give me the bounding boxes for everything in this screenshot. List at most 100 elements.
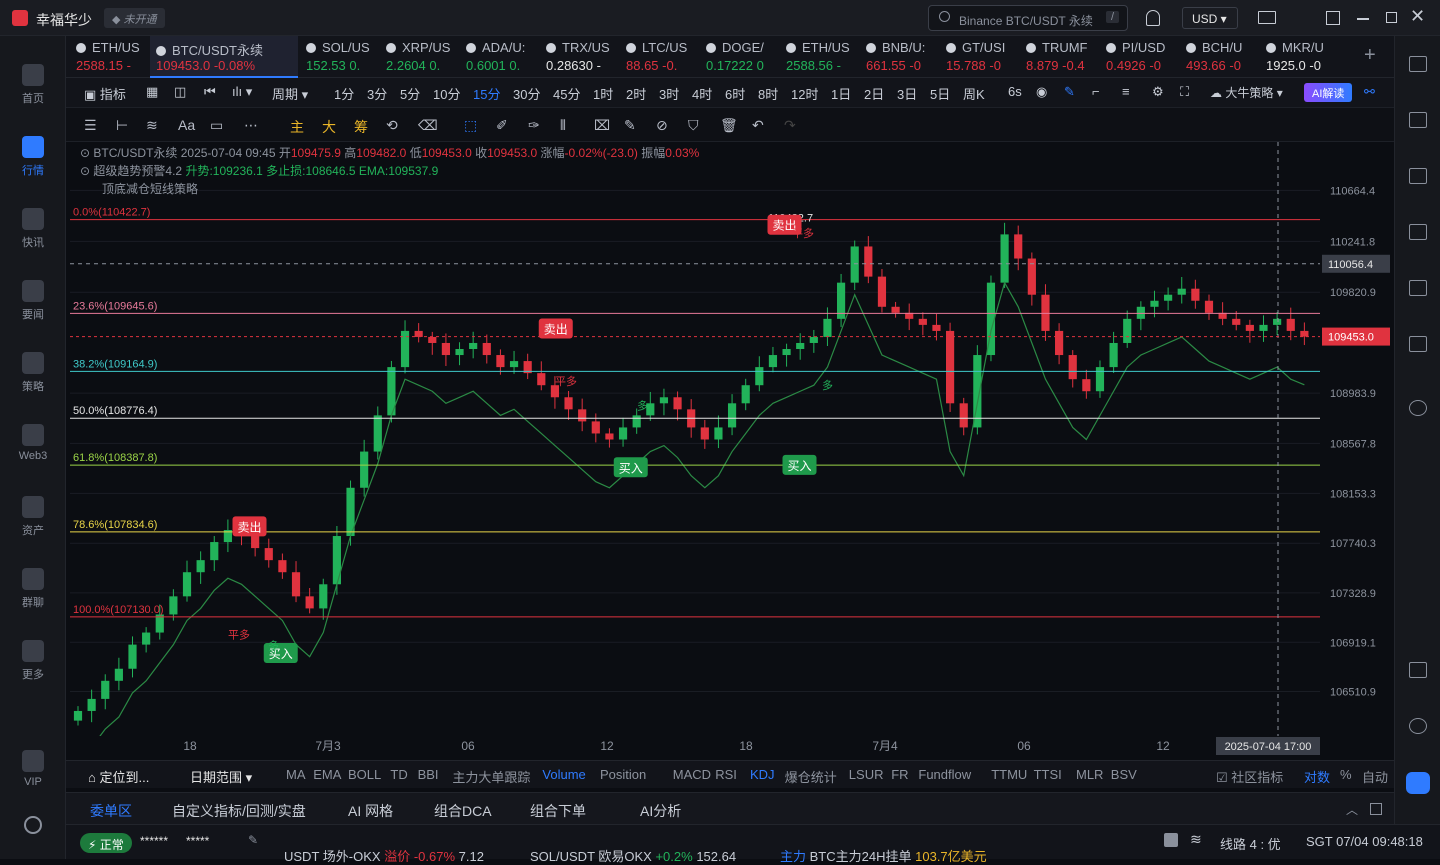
sidebar-item-7[interactable]: 群聊 bbox=[0, 560, 66, 620]
interval-18[interactable]: 周K bbox=[963, 84, 985, 103]
trend-icon[interactable] bbox=[1409, 224, 1427, 240]
magnet-icon[interactable]: ⟲ bbox=[386, 117, 398, 134]
mail-icon[interactable] bbox=[1258, 11, 1276, 24]
marker-icon[interactable]: ✑ bbox=[528, 117, 540, 134]
expand-icon[interactable] bbox=[1370, 803, 1382, 815]
indicator-18[interactable]: BSV bbox=[1111, 767, 1137, 782]
locate-button[interactable]: ⌂ 定位到... bbox=[88, 767, 149, 786]
tab-9[interactable]: BNB/U: 661.55 -0 bbox=[860, 36, 938, 78]
interval-14[interactable]: 1日 bbox=[831, 84, 851, 103]
bottom-tab-0[interactable]: 委单区 bbox=[90, 801, 132, 821]
sidebar-item-8[interactable]: 更多 bbox=[0, 632, 66, 692]
tab-7[interactable]: DOGE/0.17222 0 bbox=[700, 36, 778, 78]
interval-17[interactable]: 5日 bbox=[930, 84, 950, 103]
indicator-15[interactable]: TTMU bbox=[991, 767, 1027, 782]
sidebar-item-4[interactable]: 策略 bbox=[0, 344, 66, 404]
indicator-14[interactable]: Fundflow bbox=[918, 767, 971, 782]
collapse-icon[interactable]: ︿ bbox=[1346, 801, 1358, 818]
indicator-7[interactable]: Position bbox=[600, 767, 646, 782]
indicator-13[interactable]: FR bbox=[891, 767, 908, 782]
interval-7[interactable]: 1时 bbox=[593, 84, 613, 103]
share-icon[interactable]: ⚯ bbox=[1364, 84, 1375, 100]
fullscreen-icon[interactable]: ⛶ bbox=[1180, 84, 1189, 100]
rewind-icon[interactable]: ⏮ bbox=[204, 84, 216, 100]
search-input[interactable]: Binance BTC/USDT 永续 / bbox=[928, 5, 1128, 31]
tab-2[interactable]: SOL/US 152.53 0. bbox=[300, 36, 378, 78]
bottom-tab-4[interactable]: 组合下单 bbox=[530, 801, 586, 821]
interval-12[interactable]: 8时 bbox=[758, 84, 778, 103]
minimize-icon[interactable] bbox=[1357, 18, 1369, 20]
interval-9[interactable]: 3时 bbox=[659, 84, 679, 103]
sidebar-item-3[interactable]: 要闻 bbox=[0, 272, 66, 332]
monitor-icon[interactable] bbox=[1409, 280, 1427, 296]
network-line[interactable]: 线路 4 : 优 bbox=[1220, 834, 1281, 853]
help-icon[interactable] bbox=[1164, 833, 1178, 847]
tab-10[interactable]: GT/USI 15.788 -0 bbox=[940, 36, 1018, 78]
pen-icon[interactable]: ✎ bbox=[1064, 84, 1075, 100]
tab-4[interactable]: ADA/U: 0.6001 0. bbox=[460, 36, 538, 78]
edit-icon[interactable]: ✎ bbox=[248, 833, 258, 847]
split-icon[interactable]: ◫ bbox=[174, 84, 186, 100]
bottom-tab-5[interactable]: AI分析 bbox=[640, 801, 681, 821]
indicator-4[interactable]: BBI bbox=[418, 767, 439, 782]
interval-6[interactable]: 45分 bbox=[553, 84, 580, 103]
menu-icon[interactable]: ≡ bbox=[1122, 84, 1130, 99]
indicator-3[interactable]: TD bbox=[390, 767, 407, 782]
chart-svg[interactable]: 110664.4 110241.8 109820.9 108983.9 108567.8… bbox=[70, 142, 1393, 760]
bottom-tab-3[interactable]: 组合DCA bbox=[434, 801, 492, 821]
more-tools-icon[interactable]: ⋯ bbox=[244, 117, 258, 134]
brush-icon[interactable]: ✐ bbox=[496, 117, 508, 134]
indicator-6[interactable]: Volume bbox=[542, 767, 585, 782]
tab-13[interactable]: BCH/U 493.66 -0 bbox=[1180, 36, 1258, 78]
interval-4[interactable]: 15分 bbox=[473, 84, 500, 103]
sidebar-item-9[interactable]: VIP bbox=[0, 742, 66, 802]
hline-icon[interactable]: ⊢ bbox=[116, 117, 128, 134]
community-button[interactable]: ☑ 社区指标 bbox=[1216, 767, 1283, 786]
filter-icon[interactable]: ⛉ bbox=[688, 117, 699, 134]
bot-icon[interactable] bbox=[1406, 772, 1430, 794]
bottom-tab-2[interactable]: AI 网格 bbox=[348, 801, 393, 821]
strategy-button[interactable]: ☁ 大牛策略 ▾ bbox=[1210, 84, 1283, 101]
indicator-0[interactable]: MA bbox=[286, 767, 306, 782]
redo-icon[interactable]: ↷ bbox=[784, 117, 796, 134]
log-toggle[interactable]: 对数 bbox=[1304, 767, 1330, 786]
crop-icon[interactable]: ⌐ bbox=[1092, 84, 1100, 99]
percent-toggle[interactable]: % bbox=[1340, 767, 1352, 782]
interval-0[interactable]: 1分 bbox=[334, 84, 354, 103]
add-tab-icon[interactable]: + bbox=[1364, 44, 1376, 67]
candle-tool-icon[interactable]: ⫴ bbox=[560, 117, 566, 134]
interval-8[interactable]: 2时 bbox=[626, 84, 646, 103]
tab-3[interactable]: XRP/US 2.2604 0. bbox=[380, 36, 458, 78]
refresh-icon[interactable] bbox=[1409, 400, 1427, 416]
ai-button[interactable]: AI解读 bbox=[1304, 83, 1353, 102]
interval-3[interactable]: 10分 bbox=[433, 84, 460, 103]
interval-5[interactable]: 30分 bbox=[513, 84, 540, 103]
indicator-11[interactable]: 爆仓统计 bbox=[785, 767, 837, 786]
indicator-17[interactable]: MLR bbox=[1076, 767, 1103, 782]
undo-icon[interactable]: ↶ bbox=[752, 117, 764, 134]
indicator-button[interactable]: ▣ 指标 bbox=[84, 84, 126, 103]
card-icon[interactable] bbox=[1409, 336, 1427, 352]
legend-toggle-icon[interactable]: ⊙ bbox=[80, 146, 90, 160]
orderbook-icon[interactable] bbox=[1409, 112, 1427, 128]
indicator-12[interactable]: LSUR bbox=[849, 767, 884, 782]
refresh-interval[interactable]: 6s bbox=[1008, 84, 1022, 99]
period-select[interactable]: 周期 ▾ bbox=[272, 84, 308, 103]
tab-0[interactable]: ETH/US 2588.15 - bbox=[70, 36, 148, 78]
settings-icon[interactable] bbox=[24, 816, 42, 834]
interval-1[interactable]: 3分 bbox=[367, 84, 387, 103]
cursor-icon[interactable]: ⬚ bbox=[464, 117, 477, 134]
indicator-5[interactable]: 主力大单跟踪 bbox=[452, 767, 530, 786]
ticker-usdt[interactable]: USDT 场外-OKX 溢价 -0.67% 7.12 bbox=[284, 846, 484, 865]
layout-icon[interactable] bbox=[1409, 56, 1427, 72]
dollar-icon[interactable] bbox=[1409, 168, 1427, 184]
delete-icon[interactable]: ⌧ bbox=[594, 117, 610, 134]
sidebar-item-6[interactable]: 资产 bbox=[0, 488, 66, 548]
interval-13[interactable]: 12时 bbox=[791, 84, 818, 103]
tab-8[interactable]: ETH/US 2588.56 - bbox=[780, 36, 858, 78]
panel-icon[interactable] bbox=[1409, 662, 1427, 678]
ticker-sol[interactable]: SOL/USDT 欧易OKX +0.2% 152.64 bbox=[530, 846, 736, 865]
currency-select[interactable]: USD ▾ bbox=[1182, 7, 1238, 29]
interval-11[interactable]: 6时 bbox=[725, 84, 745, 103]
tab-5[interactable]: TRX/US 0.28630 - bbox=[540, 36, 618, 78]
